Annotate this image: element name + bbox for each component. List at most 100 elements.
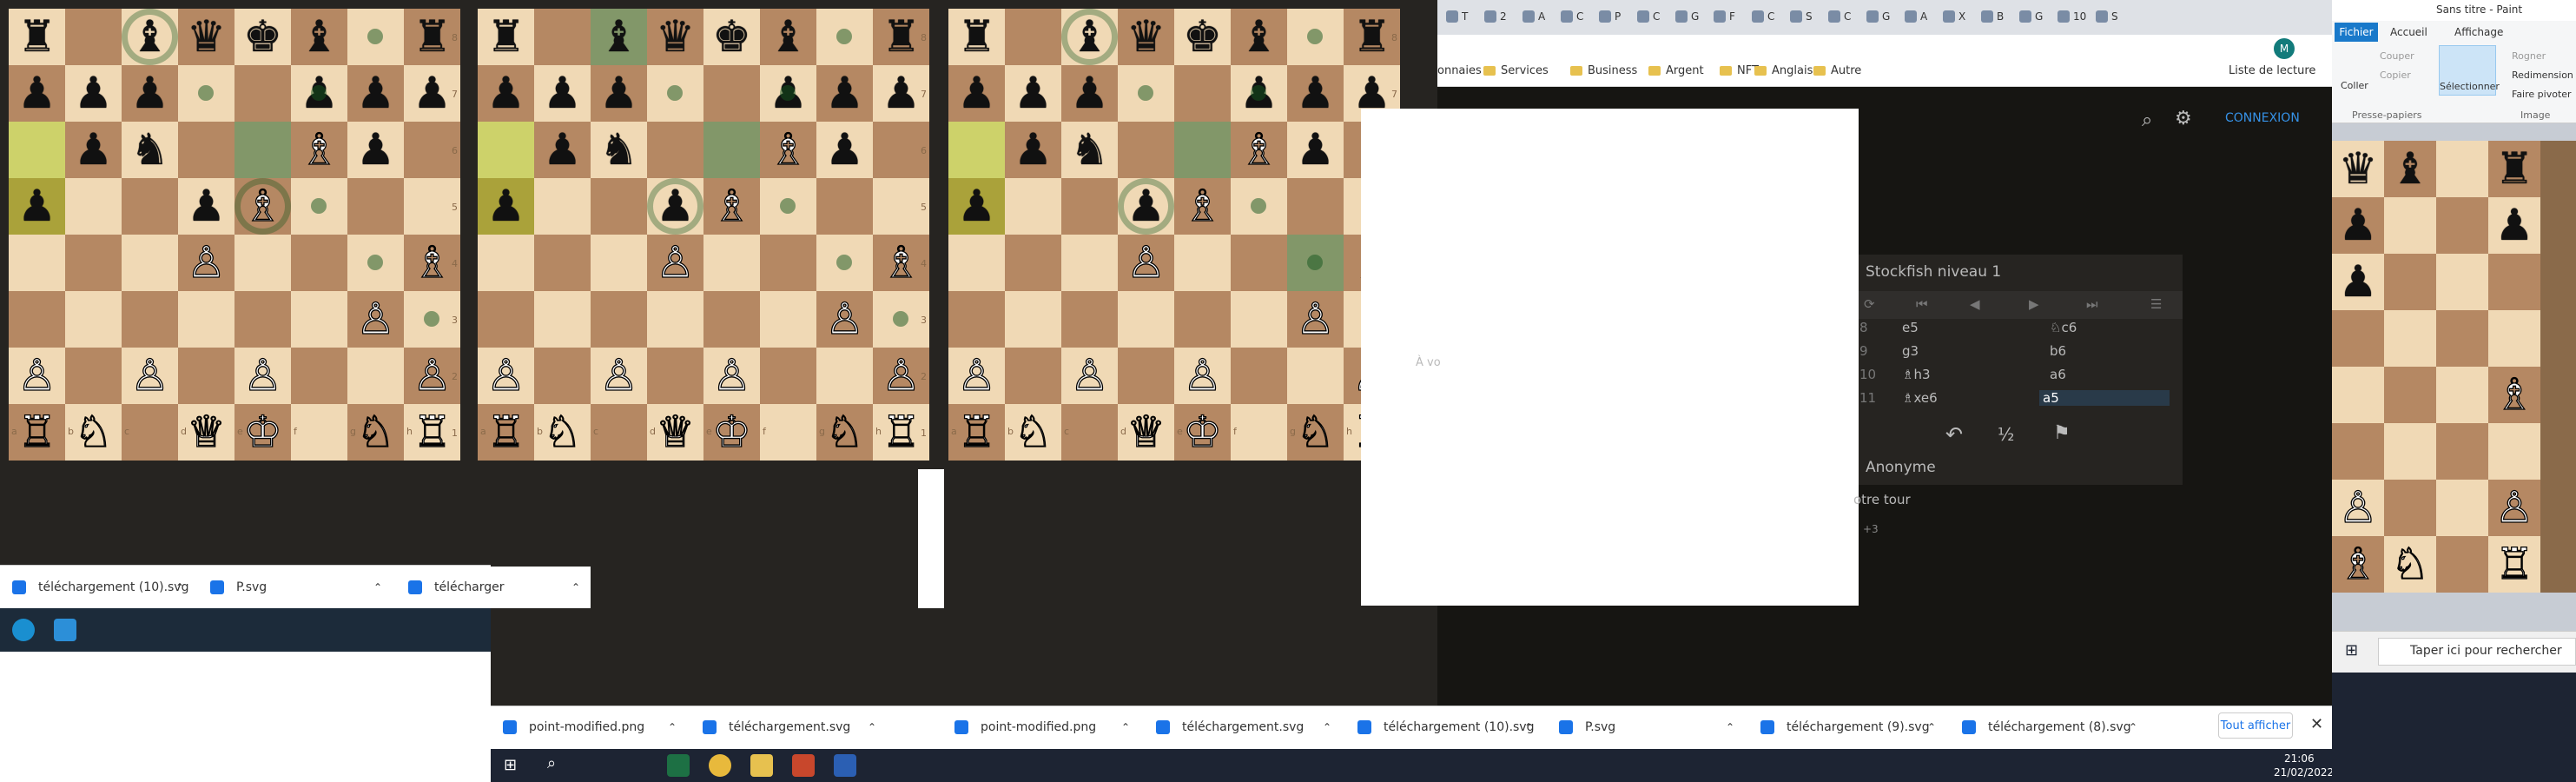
browser-tab[interactable]: S (2096, 5, 2129, 28)
chess-piece-icon[interactable]: ♗ (881, 235, 921, 291)
board-square[interactable]: ♙ (1061, 348, 1118, 404)
black-move[interactable]: b6 (2050, 343, 2066, 359)
browser-tab[interactable]: F (1714, 5, 1747, 28)
board-square[interactable] (65, 348, 122, 404)
capture-hint-ring[interactable] (647, 178, 703, 235)
board-square[interactable]: ♘ b (1005, 404, 1061, 461)
board-square[interactable] (647, 65, 703, 122)
board-square[interactable] (1061, 178, 1118, 235)
board-square[interactable]: ♟ 7 (873, 65, 929, 122)
move-hint-dot[interactable] (367, 255, 383, 270)
board-square[interactable]: ♟ (478, 65, 534, 122)
move-hint-dot[interactable] (780, 85, 796, 101)
board-square[interactable]: ♜ (9, 9, 65, 65)
board-square[interactable] (347, 348, 404, 404)
paint-tab-fichier[interactable]: Fichier (2335, 23, 2378, 42)
board-square[interactable]: ♟ (65, 65, 122, 122)
browser-tab[interactable]: X (1943, 5, 1976, 28)
board-square[interactable] (760, 348, 816, 404)
capture-hint-ring[interactable] (1061, 9, 1118, 65)
board-square[interactable] (234, 291, 291, 348)
board-square[interactable]: ♘ g (347, 404, 404, 461)
board-square[interactable] (122, 178, 178, 235)
chess-piece-icon[interactable]: ♙ (242, 348, 282, 404)
move-hint-dot[interactable] (836, 255, 852, 270)
board-square[interactable]: ♟ (1005, 122, 1061, 178)
board-square[interactable]: f (1231, 404, 1287, 461)
chess-piece-icon[interactable]: ♟ (17, 65, 56, 122)
rotate-button[interactable]: Faire pivoter (2512, 89, 2572, 100)
browser-tab[interactable]: G (1675, 5, 1708, 28)
board-square[interactable] (9, 235, 65, 291)
bookmark-item[interactable]: Anglais (1754, 64, 1813, 77)
chess-piece-icon[interactable]: ♟ (882, 65, 921, 122)
chess-piece-icon[interactable]: ♟ (543, 122, 582, 178)
board-square[interactable] (591, 291, 647, 348)
download-item[interactable]: téléchargement (8).svg ⌃ (1950, 706, 2148, 748)
chess-piece-icon[interactable]: ♖ (956, 404, 996, 461)
board-square[interactable] (591, 235, 647, 291)
board-square[interactable] (1118, 65, 1174, 122)
chess-piece-icon[interactable]: ♟ (599, 65, 638, 122)
board-square[interactable]: ♜ 8 (873, 9, 929, 65)
board-square[interactable]: ♗4 (873, 235, 929, 291)
folder-icon[interactable] (750, 754, 773, 777)
board-square[interactable]: ♘ b (65, 404, 122, 461)
board-square[interactable]: ♗ (703, 178, 760, 235)
chess-piece-icon[interactable]: ♘ (355, 404, 395, 461)
paint-tab-accueil[interactable]: Accueil (2390, 26, 2427, 38)
board-square[interactable] (703, 65, 760, 122)
board-square[interactable]: ♕ d (1118, 404, 1174, 461)
board-square[interactable] (291, 291, 347, 348)
board-square[interactable] (1231, 348, 1287, 404)
board-square[interactable]: ♙2 (873, 348, 929, 404)
bookmark-item[interactable]: Argent (1648, 64, 1704, 77)
board-square[interactable]: 3 (404, 291, 460, 348)
bookmark-item[interactable]: Business (1570, 64, 1637, 77)
chess-piece-icon[interactable]: ♙ (485, 348, 525, 404)
chess-piece-icon[interactable]: ♛ (187, 9, 226, 65)
takeback-icon[interactable]: ↶ (1945, 422, 1963, 447)
board-square[interactable] (816, 235, 873, 291)
chevron-up-icon[interactable]: ⌃ (1323, 721, 1331, 733)
board-square[interactable] (948, 122, 1005, 178)
download-item[interactable]: point-modified.png ⌃ (491, 706, 687, 748)
chess-piece-icon[interactable]: ♛ (1126, 9, 1166, 65)
board-square[interactable]: ♚ (703, 9, 760, 65)
chess-piece-icon[interactable]: ♟ (130, 65, 169, 122)
board-square[interactable] (816, 348, 873, 404)
next-move-button[interactable]: ▶ (2029, 296, 2039, 312)
board-square[interactable]: ♖1 h (404, 404, 460, 461)
word-icon[interactable] (834, 754, 856, 777)
board-square[interactable]: c (122, 404, 178, 461)
chess-piece-icon[interactable]: ♚ (712, 9, 751, 65)
chess-piece-icon[interactable]: ♙ (412, 348, 452, 404)
board-square[interactable]: ♛ (178, 9, 234, 65)
browser-tab[interactable]: B (1981, 5, 2014, 28)
chess-piece-icon[interactable]: ♟ (74, 122, 113, 178)
board-square[interactable]: ♟ 7 (404, 65, 460, 122)
chess-piece-icon[interactable]: ♘ (1295, 404, 1335, 461)
draw-button[interactable]: ½ (1998, 424, 2014, 445)
board-square[interactable] (948, 291, 1005, 348)
chess-piece-icon[interactable]: ♙ (1182, 348, 1222, 404)
chess-piece-icon[interactable]: ♙ (1126, 235, 1166, 291)
board-square[interactable] (534, 235, 591, 291)
board-square[interactable] (178, 348, 234, 404)
chess-piece-icon[interactable]: ♟ (1014, 122, 1053, 178)
board-square[interactable] (1174, 122, 1231, 178)
board-square[interactable]: ♜ (478, 9, 534, 65)
chess-piece-icon[interactable]: ♗ (768, 122, 808, 178)
capture-hint-ring[interactable] (234, 178, 291, 235)
board-square[interactable]: ♗ (1174, 178, 1231, 235)
chess-piece-icon[interactable]: ♕ (1126, 404, 1166, 461)
board-square[interactable]: ♗ (1231, 122, 1287, 178)
board-square[interactable] (703, 291, 760, 348)
chevron-up-icon[interactable]: ⌃ (373, 581, 382, 593)
chess-piece-icon[interactable]: ♖ (485, 404, 525, 461)
chess-piece-icon[interactable]: ♜ (1352, 9, 1391, 65)
chess-piece-icon[interactable]: ♙ (186, 235, 226, 291)
vscode-icon[interactable] (54, 619, 76, 641)
chess-piece-icon[interactable]: ♞ (1070, 122, 1109, 178)
bookmark-item[interactable]: onnaies (1437, 64, 1482, 77)
